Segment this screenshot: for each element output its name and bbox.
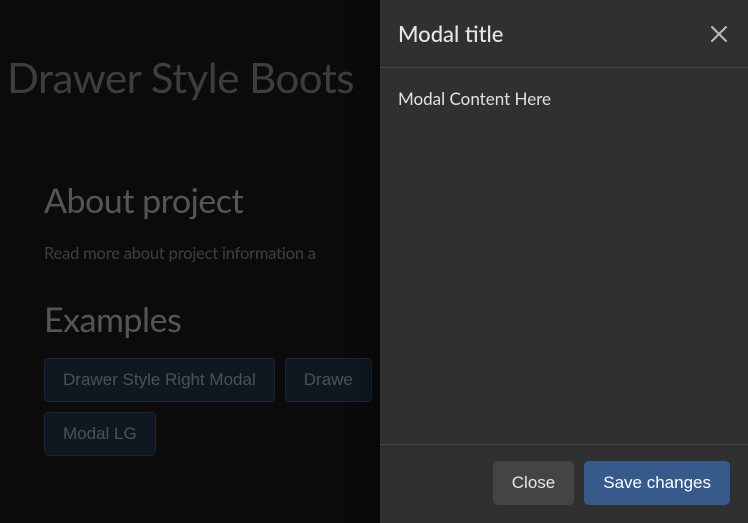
modal-title: Modal title [398,20,503,47]
close-button[interactable]: Close [493,461,574,505]
modal-header: Modal title [380,0,748,68]
modal-footer: Close Save changes [380,445,748,523]
modal-body: Modal Content Here [380,68,748,445]
modal-drawer: Modal title Modal Content Here Close Sav… [380,0,748,523]
save-changes-button[interactable]: Save changes [584,461,730,505]
close-icon[interactable] [708,23,730,45]
